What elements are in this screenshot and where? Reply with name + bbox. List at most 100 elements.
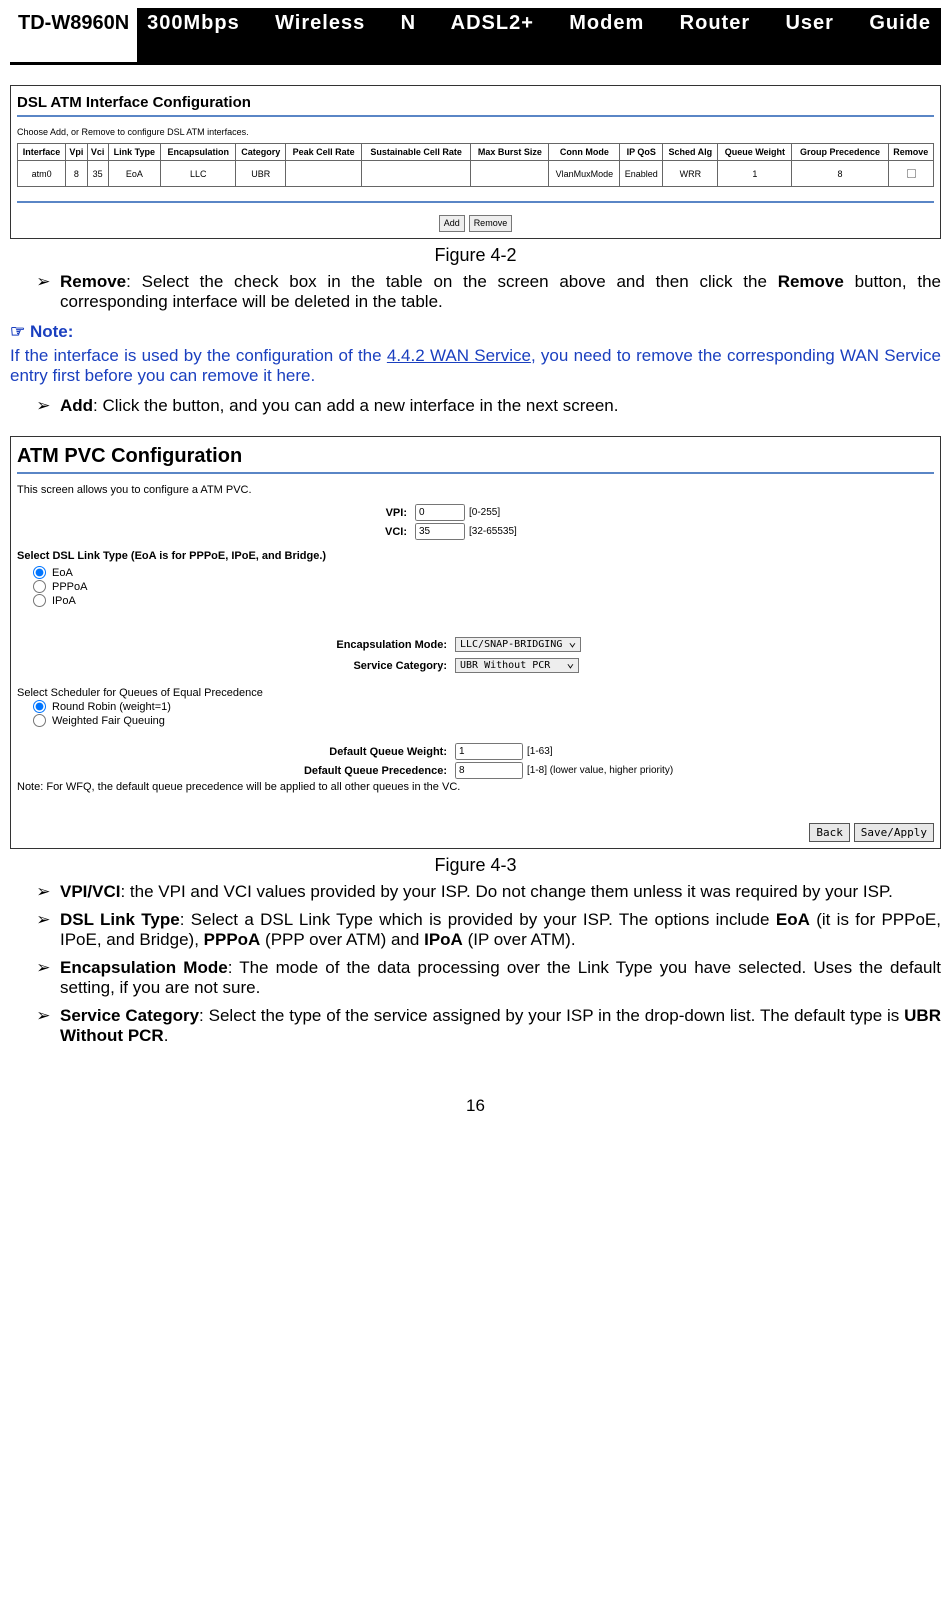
bullet-list-1: Remove: Select the check box in the tabl…	[10, 272, 941, 312]
radio-pppoa[interactable]	[33, 580, 46, 593]
back-button[interactable]: Back	[809, 823, 850, 842]
page-header: TD-W8960N 300Mbps Wireless N ADSL2+ Mode…	[10, 8, 941, 65]
radio-eoa-label: EoA	[52, 567, 73, 579]
radio-eoa-row: EoA	[33, 566, 934, 579]
vci-row: VCI: [32-65535]	[17, 523, 934, 540]
cell-remove	[888, 161, 933, 187]
radio-wfq-label: Weighted Fair Queuing	[52, 715, 165, 727]
radio-round-robin[interactable]	[33, 700, 46, 713]
atm-interface-table: Interface Vpi Vci Link Type Encapsulatio…	[17, 143, 934, 187]
qw-range: [1-63]	[527, 746, 553, 757]
col-category: Category	[236, 144, 286, 161]
remove-checkbox[interactable]	[907, 169, 916, 178]
vci-range: [32-65535]	[469, 526, 517, 537]
bottom-buttons: Back Save/Apply	[17, 823, 934, 842]
atm-pvc-intro: This screen allows you to configure a AT…	[17, 484, 934, 496]
radio-wfq[interactable]	[33, 714, 46, 727]
bold: Service Category	[60, 1006, 199, 1025]
vpi-label: VPI:	[17, 507, 415, 519]
col-mbs: Max Burst Size	[471, 144, 549, 161]
table-header-row: Interface Vpi Vci Link Type Encapsulatio…	[18, 144, 934, 161]
bullet-add: Add: Click the button, and you can add a…	[60, 396, 941, 416]
col-pcr: Peak Cell Rate	[286, 144, 362, 161]
text: : the VPI and VCI values provided by you…	[120, 882, 892, 901]
col-qw: Queue Weight	[718, 144, 792, 161]
bold: VPI/VCI	[60, 882, 120, 901]
svc-select[interactable]: UBR Without PCR	[455, 658, 579, 673]
document-title: 300Mbps Wireless N ADSL2+ Modem Router U…	[137, 8, 941, 62]
cell-ipqos: Enabled	[620, 161, 663, 187]
bold: Encapsulation Mode	[60, 958, 228, 977]
vci-input[interactable]	[415, 523, 465, 540]
cell-sched: WRR	[663, 161, 718, 187]
col-vci: Vci	[87, 144, 108, 161]
figure-4-2-caption: Figure 4-2	[10, 245, 941, 266]
radio-pppoa-label: PPPoA	[52, 581, 87, 593]
note-heading: ☞ Note:	[10, 322, 941, 342]
col-encap: Encapsulation	[161, 144, 236, 161]
cell-vpi: 8	[66, 161, 88, 187]
cell-gp: 8	[792, 161, 888, 187]
vpi-input[interactable]	[415, 504, 465, 521]
remove-button[interactable]: Remove	[469, 215, 513, 232]
cell-connmode: VlanMuxMode	[549, 161, 620, 187]
cell-interface: atm0	[18, 161, 66, 187]
bullet-list-2: Add: Click the button, and you can add a…	[10, 396, 941, 416]
col-sched: Sched Alg	[663, 144, 718, 161]
linktype-heading: Select DSL Link Type (EoA is for PPPoE, …	[17, 550, 934, 562]
vci-label: VCI:	[17, 526, 415, 538]
radio-ipoa-row: IPoA	[33, 594, 934, 607]
divider	[17, 472, 934, 474]
text: : Select the type of the service assigne…	[199, 1006, 904, 1025]
figure-4-3-caption: Figure 4-3	[10, 855, 941, 876]
radio-eoa[interactable]	[33, 566, 46, 579]
bullet-svc: Service Category: Select the type of the…	[60, 1006, 941, 1046]
encap-row: Encapsulation Mode: LLC/SNAP-BRIDGING	[17, 637, 934, 652]
bold: IPoA	[424, 930, 463, 949]
col-linktype: Link Type	[108, 144, 160, 161]
add-button[interactable]: Add	[439, 215, 465, 232]
button-row: Add Remove	[17, 213, 934, 232]
bullet-dsl-link: DSL Link Type: Select a DSL Link Type wh…	[60, 910, 941, 950]
text: : Select a DSL Link Type which is provid…	[180, 910, 776, 929]
radio-pppoa-row: PPPoA	[33, 580, 934, 593]
text: (IP over ATM).	[463, 930, 576, 949]
radio-ipoa[interactable]	[33, 594, 46, 607]
radio-ipoa-label: IPoA	[52, 595, 76, 607]
wan-service-link[interactable]: 4.4.2 WAN Service	[387, 346, 531, 365]
divider	[17, 201, 934, 203]
dsl-atm-title: DSL ATM Interface Configuration	[17, 94, 934, 111]
cell-pcr	[286, 161, 362, 187]
bold: EoA	[776, 910, 810, 929]
bullet-vpivci: VPI/VCI: the VPI and VCI values provided…	[60, 882, 941, 902]
col-scr: Sustainable Cell Rate	[362, 144, 471, 161]
bullet-list-3: VPI/VCI: the VPI and VCI values provided…	[10, 882, 941, 1046]
encap-select[interactable]: LLC/SNAP-BRIDGING	[455, 637, 581, 652]
text: : Select the check box in the table on t…	[126, 272, 778, 291]
text: : Click the button, and you can add a ne…	[93, 396, 618, 415]
bold: DSL Link Type	[60, 910, 180, 929]
bold: Remove	[60, 272, 126, 291]
divider	[17, 115, 934, 117]
col-vpi: Vpi	[66, 144, 88, 161]
scheduler-heading: Select Scheduler for Queues of Equal Pre…	[17, 687, 934, 699]
table-row: atm0 8 35 EoA LLC UBR VlanMuxMode Enable…	[18, 161, 934, 187]
qw-input[interactable]	[455, 743, 523, 760]
text: .	[164, 1026, 169, 1045]
svc-row: Service Category: UBR Without PCR	[17, 658, 934, 673]
bold: Remove	[778, 272, 844, 291]
wfq-note: Note: For WFQ, the default queue precede…	[17, 781, 934, 793]
atm-pvc-title: ATM PVC Configuration	[17, 445, 934, 468]
cell-encap: LLC	[161, 161, 236, 187]
encap-label: Encapsulation Mode:	[17, 639, 455, 651]
vpi-row: VPI: [0-255]	[17, 504, 934, 521]
qp-input[interactable]	[455, 762, 523, 779]
qp-label: Default Queue Precedence:	[17, 765, 455, 777]
save-apply-button[interactable]: Save/Apply	[854, 823, 934, 842]
qp-row: Default Queue Precedence: [1-8] (lower v…	[17, 762, 934, 779]
figure-4-3: ATM PVC Configuration This screen allows…	[10, 436, 941, 849]
radio-wfq-row: Weighted Fair Queuing	[33, 714, 934, 727]
cell-vci: 35	[87, 161, 108, 187]
col-interface: Interface	[18, 144, 66, 161]
model-number: TD-W8960N	[10, 8, 137, 62]
